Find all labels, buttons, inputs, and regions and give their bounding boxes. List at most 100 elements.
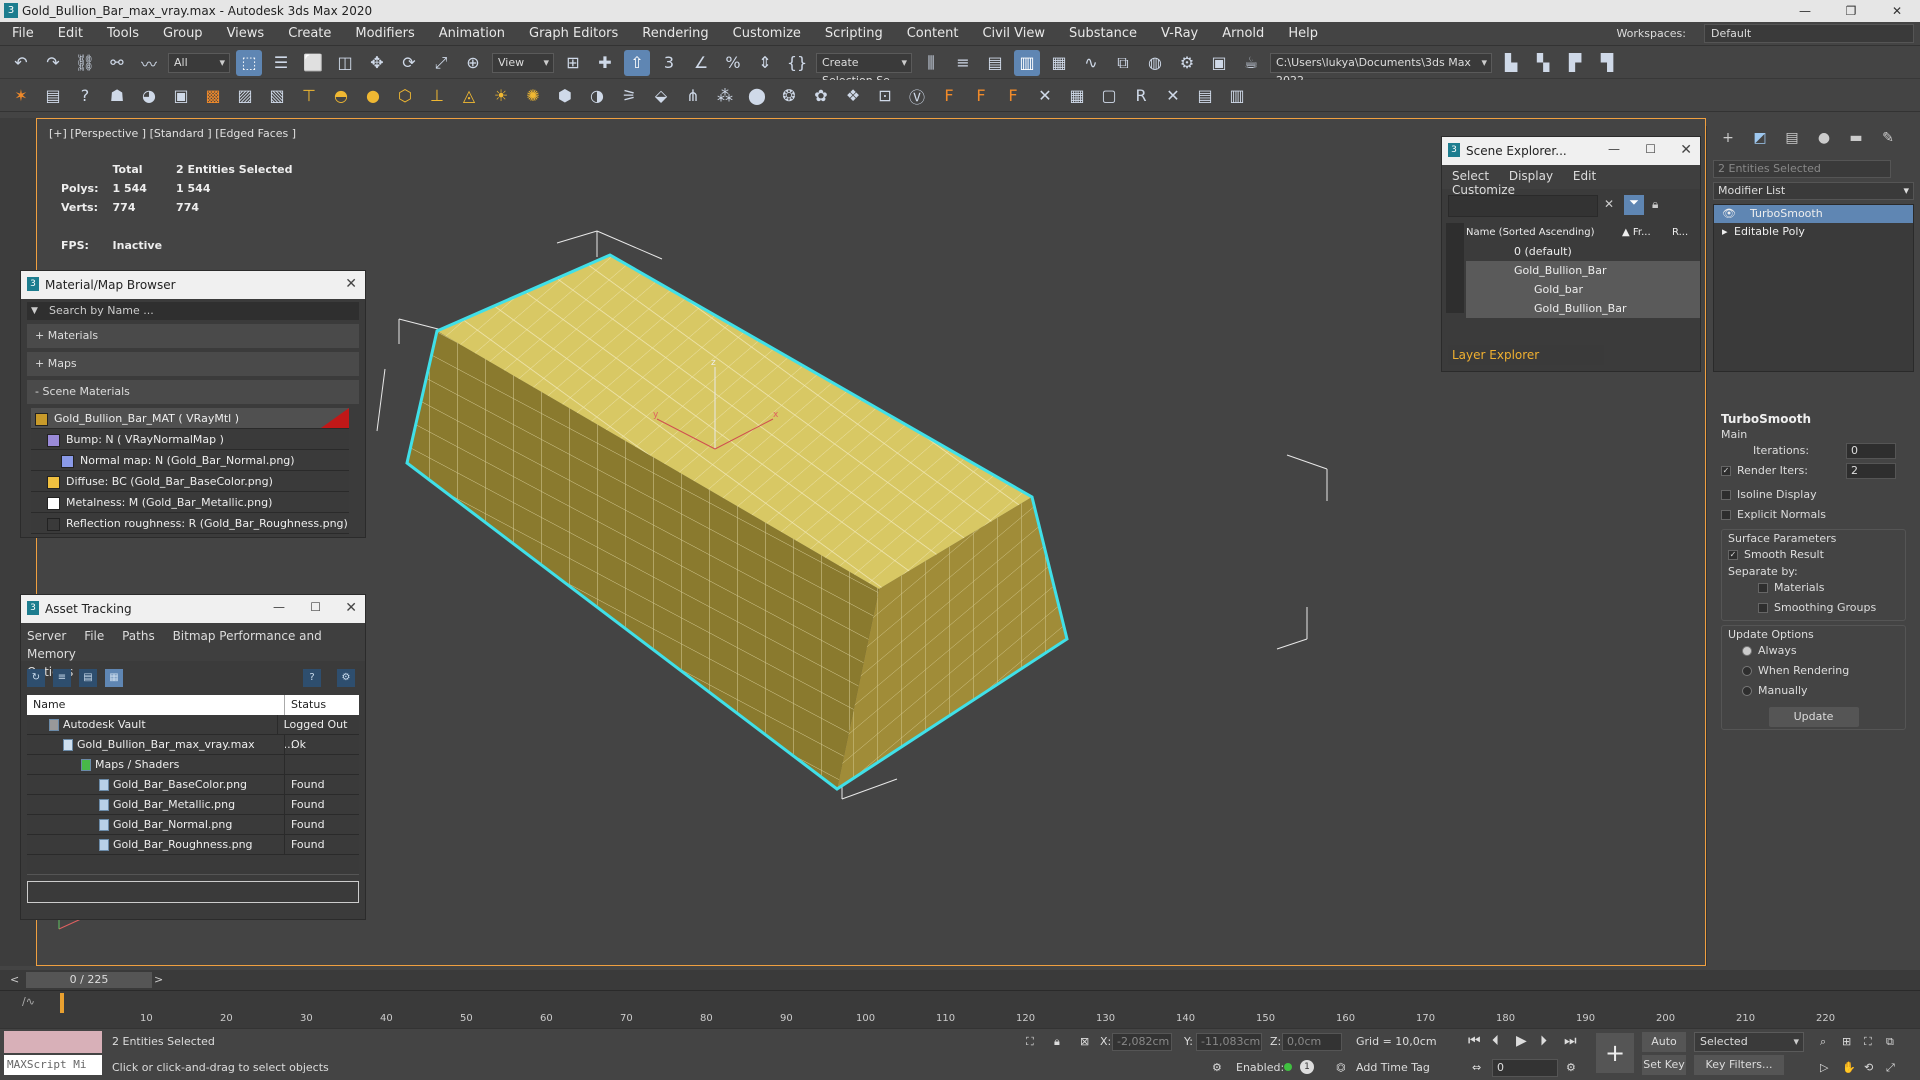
snap-tools-icon[interactable]: ✕ — [1160, 83, 1186, 109]
zoom-all-icon[interactable]: ⊞ — [1842, 1035, 1851, 1048]
fp-icon[interactable]: F — [936, 83, 962, 109]
vray-logo-icon[interactable]: ✶ — [8, 83, 34, 109]
column-status[interactable]: Status — [285, 695, 326, 715]
iterations-spinner[interactable]: 0 — [1846, 443, 1896, 459]
tools-icon[interactable]: ✕ — [1032, 83, 1058, 109]
render-iters-spinner[interactable]: 2 — [1846, 463, 1896, 479]
vray-cam-icon[interactable]: ⚞ — [616, 83, 642, 109]
time-cursor[interactable] — [60, 993, 64, 1013]
material-item[interactable]: Diffuse: BC (Gold_Bar_BaseColor.png) — [31, 471, 349, 492]
bind-space-warp-icon[interactable]: 〰 — [136, 50, 162, 76]
set-key-button[interactable]: Set Key — [1642, 1055, 1686, 1075]
rollout-title[interactable]: TurboSmooth — [1721, 412, 1906, 426]
auto-key-button[interactable]: Auto Key — [1642, 1032, 1686, 1068]
adaptive-degradation-icon[interactable]: ⚙ — [1212, 1061, 1222, 1074]
frame-slider-thumb[interactable]: 0 / 225 — [26, 972, 152, 988]
material-item[interactable]: Normal map: N (Gold_Bar_Normal.png) — [31, 450, 349, 471]
asset-path-field[interactable] — [27, 881, 359, 903]
material-search-input[interactable]: Search by Name ... — [27, 302, 359, 320]
vray-asset-icon[interactable]: ⊡ — [872, 83, 898, 109]
update-button[interactable]: Update — [1768, 707, 1859, 727]
vray-v-icon[interactable]: Ⓥ — [904, 83, 930, 109]
project-settings-icon[interactable]: ▜ — [1594, 50, 1620, 76]
align-icon[interactable]: ≡ — [950, 50, 976, 76]
table-row[interactable]: Gold_Bar_Roughness.png Found — [27, 835, 359, 855]
table-row[interactable]: Autodesk Vault Logged Out ... — [27, 715, 359, 751]
menu-modifiers[interactable]: Modifiers — [343, 26, 426, 41]
project-open-icon[interactable]: ▚ — [1530, 50, 1556, 76]
percent-snap-icon[interactable]: % — [720, 50, 746, 76]
pivot-center-icon[interactable]: ⊞ — [560, 50, 586, 76]
vray-teapot-icon[interactable]: ☗ — [104, 83, 130, 109]
motion-tab-icon[interactable]: ● — [1811, 130, 1837, 152]
time-config-icon[interactable]: ⚙ — [1566, 1061, 1576, 1074]
menu-civil-view[interactable]: Civil View — [970, 26, 1057, 41]
reference-coordinate-dropdown[interactable]: View — [492, 52, 554, 73]
grid-icon[interactable]: ▦ — [1064, 83, 1090, 109]
minimize-icon[interactable]: — — [1608, 142, 1620, 156]
eye-icon[interactable]: 👁︎ — [1722, 205, 1736, 223]
utilities-tab-icon[interactable]: ✎ — [1875, 130, 1901, 152]
maxscript-listener[interactable] — [4, 1031, 102, 1053]
unlink-icon[interactable]: ⚯ — [104, 50, 130, 76]
smoothing-groups-checkbox[interactable] — [1758, 603, 1768, 613]
rectangular-selection-icon[interactable]: ⬜ — [300, 50, 326, 76]
spinner-snap-icon[interactable]: ⇕ — [752, 50, 778, 76]
project-save-icon[interactable]: ▛ — [1562, 50, 1588, 76]
menu-edit[interactable]: Edit — [1573, 169, 1596, 183]
vray-mtl-lib-icon[interactable]: ✿ — [808, 83, 834, 109]
panel-icon[interactable]: ▥ — [1224, 83, 1250, 109]
table-row[interactable]: Maps / Shaders — [27, 755, 359, 775]
workspaces-dropdown[interactable]: Default — [1704, 24, 1914, 43]
vray-ipr-icon[interactable]: ▣ — [168, 83, 194, 109]
mirror-icon[interactable]: ⫼ — [918, 50, 944, 76]
vray-cosmos-icon[interactable]: ❖ — [840, 83, 866, 109]
fp2-icon[interactable]: F — [968, 83, 994, 109]
thumbnail-icon[interactable]: ▤ — [79, 669, 97, 687]
pan-icon[interactable]: ✋ — [1842, 1061, 1856, 1074]
selection-lock-icon[interactable]: 🔒︎ — [1054, 1035, 1060, 1049]
object-name-field[interactable]: 2 Entities Selected — [1713, 160, 1891, 178]
rc-icon[interactable]: R — [1128, 83, 1154, 109]
scene-explorer-header[interactable]: 3 Scene Explorer... — ☐ ✕ — [1442, 137, 1700, 165]
menu-display[interactable]: Display — [1509, 169, 1553, 183]
zoom-extents-icon[interactable]: ⛶ — [1864, 1035, 1872, 1049]
close-icon[interactable]: ✕ — [345, 276, 357, 292]
prev-frame-icon[interactable]: < — [10, 973, 19, 986]
time-tag-icon[interactable]: ⏣ — [1336, 1061, 1346, 1074]
vray-dome-light-icon[interactable]: ◓ — [328, 83, 354, 109]
maps-section[interactable]: + Maps — [27, 352, 359, 376]
tree-item-default-layer[interactable]: 0 (default) — [1466, 242, 1700, 261]
add-time-tag[interactable]: Add Time Tag — [1356, 1061, 1430, 1074]
curve-editor-icon[interactable]: ∿ — [1078, 50, 1104, 76]
key-selection-dropdown[interactable]: Selected — [1694, 1032, 1804, 1052]
vray-ball-icon[interactable]: ⬤ — [744, 83, 770, 109]
display-filter-strip[interactable] — [1446, 223, 1464, 313]
z-coordinate-field[interactable]: 0,0cm — [1282, 1033, 1342, 1051]
select-manipulate-icon[interactable]: ✚ — [592, 50, 618, 76]
prev-key-icon[interactable]: ⏴ — [1492, 1033, 1499, 1049]
maximize-icon[interactable]: ☐ — [1645, 142, 1656, 156]
vray-ambient-icon[interactable]: ◬ — [456, 83, 482, 109]
menu-tools[interactable]: Tools — [95, 26, 151, 41]
filter-icon[interactable]: ⏷ — [1624, 195, 1644, 215]
clear-search-icon[interactable]: ✕ — [1604, 197, 1614, 211]
tree-item-gold-bar[interactable]: Gold_bar — [1466, 280, 1700, 299]
fov-icon[interactable]: ▷ — [1820, 1061, 1828, 1074]
scene-search-input[interactable] — [1448, 195, 1598, 217]
tree-item-gold-bullion-bar[interactable]: Gold_Bullion_Bar — [1466, 299, 1700, 318]
material-editor-icon[interactable]: ◍ — [1142, 50, 1168, 76]
scale-icon[interactable]: ⤢ — [428, 50, 454, 76]
link-icon[interactable]: ⛓ — [72, 50, 98, 76]
select-object-icon[interactable]: ⬚ — [236, 49, 262, 76]
always-radio[interactable] — [1742, 646, 1752, 656]
table-row[interactable]: Gold_Bar_Metallic.png Found — [27, 795, 359, 815]
display-tab-icon[interactable]: ▬ — [1843, 130, 1869, 152]
vray-sun-icon[interactable]: ☀ — [488, 83, 514, 109]
x-coordinate-field[interactable]: -2,082cm — [1112, 1033, 1172, 1051]
menu-content[interactable]: Content — [895, 26, 971, 41]
vray-fur-icon[interactable]: ⬢ — [552, 83, 578, 109]
material-item[interactable]: Bump: N ( VRayNormalMap ) — [31, 429, 349, 450]
menu-group[interactable]: Group — [151, 26, 215, 41]
vray-ies-icon[interactable]: ⊥ — [424, 83, 450, 109]
